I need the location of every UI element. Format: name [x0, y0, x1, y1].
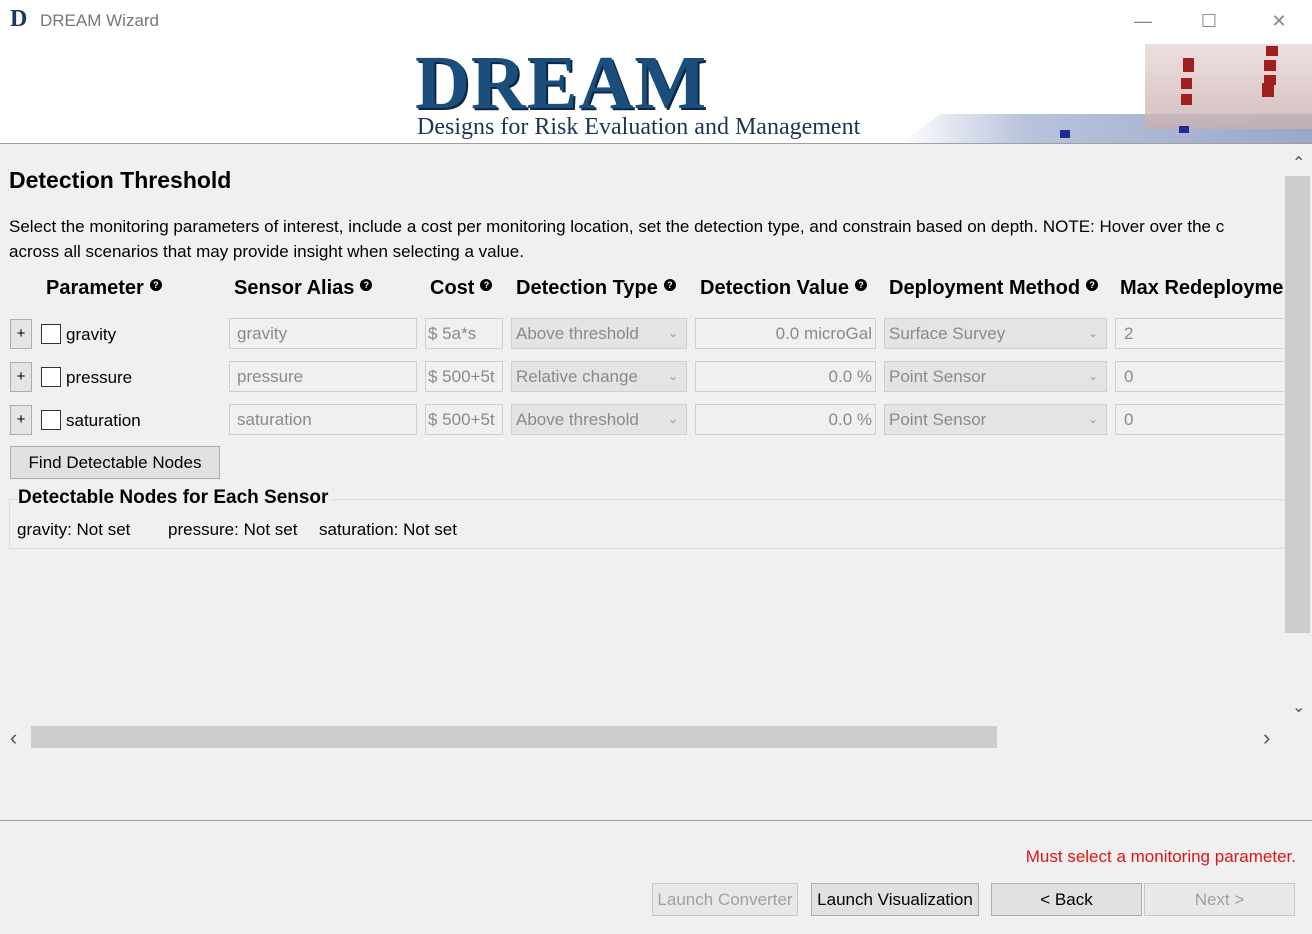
- column-label-detection-type: Detection Type: [516, 277, 658, 299]
- maximize-icon[interactable]: ☐: [1186, 0, 1232, 42]
- detection-threshold-panel: Detection Threshold Select the monitorin…: [0, 145, 1284, 725]
- help-icon[interactable]: ?: [360, 279, 373, 291]
- column-label-max-redeployment: Max Redeployme: [1120, 277, 1284, 299]
- detection-type-value: Above threshold: [516, 324, 639, 343]
- cost-input[interactable]: $ 500+5t: [425, 404, 503, 435]
- expand-row-button[interactable]: +: [10, 319, 32, 349]
- help-icon[interactable]: ?: [854, 279, 867, 291]
- column-label-cost: Cost: [430, 277, 475, 299]
- column-header-sensor-alias: Sensor Alias?: [234, 277, 373, 300]
- footer-divider: [0, 820, 1312, 821]
- cost-input[interactable]: $ 500+5t: [425, 361, 503, 392]
- close-icon[interactable]: ✕: [1256, 0, 1302, 42]
- deployment-method-select[interactable]: Surface Survey ⌄: [884, 318, 1107, 349]
- column-header-parameter: Parameter?: [46, 277, 162, 300]
- detection-type-select[interactable]: Relative change ⌄: [511, 361, 687, 392]
- column-header-detection-value: Detection Value?: [700, 277, 867, 300]
- column-label-sensor-alias: Sensor Alias: [234, 277, 355, 299]
- description-line-2: across all scenarios that may provide in…: [9, 242, 524, 261]
- max-redeployment-input[interactable]: 0: [1115, 361, 1284, 392]
- chevron-down-icon: ⌄: [667, 369, 678, 383]
- detection-value-input[interactable]: 0.0 %: [695, 361, 876, 392]
- launch-visualization-button[interactable]: Launch Visualization: [811, 883, 979, 916]
- app-icon: D: [10, 6, 28, 32]
- column-label-deployment-method: Deployment Method: [889, 277, 1081, 299]
- banner-subtitle: Designs for Risk Evaluation and Manageme…: [417, 114, 861, 140]
- description-line-1: Select the monitoring parameters of inte…: [9, 217, 1225, 236]
- chevron-down-icon: ⌄: [667, 326, 678, 340]
- column-header-max-redeployment: Max Redeployme: [1120, 277, 1283, 300]
- column-label-detection-value: Detection Value: [700, 277, 849, 299]
- sensor-alias-input[interactable]: saturation: [229, 404, 417, 435]
- parameter-checkbox[interactable]: [41, 367, 61, 387]
- expand-row-button[interactable]: +: [10, 362, 32, 392]
- page-title: Detection Threshold: [9, 167, 232, 193]
- detectable-nodes-title: Detectable Nodes for Each Sensor: [18, 487, 333, 509]
- chevron-down-icon: ⌄: [1087, 326, 1098, 340]
- deployment-method-select[interactable]: Point Sensor ⌄: [884, 404, 1107, 435]
- launch-converter-button[interactable]: Launch Converter: [652, 883, 798, 916]
- column-header-detection-type: Detection Type?: [516, 277, 676, 300]
- expand-row-button[interactable]: +: [10, 405, 32, 435]
- chevron-down-icon: ⌄: [1087, 412, 1098, 426]
- detectable-nodes-gravity: gravity: Not set: [17, 520, 131, 539]
- detection-type-value: Above threshold: [516, 410, 639, 429]
- parameter-checkbox[interactable]: [41, 324, 61, 344]
- scroll-down-icon[interactable]: ⌄: [1292, 697, 1305, 717]
- help-icon[interactable]: ?: [1086, 279, 1099, 291]
- detection-type-select[interactable]: Above threshold ⌄: [511, 318, 687, 349]
- title-bar: D DREAM Wizard — ☐ ✕: [0, 0, 1312, 42]
- chevron-down-icon: ⌄: [1087, 369, 1098, 383]
- detection-type-select[interactable]: Above threshold ⌄: [511, 404, 687, 435]
- detection-type-value: Relative change: [516, 367, 638, 386]
- scroll-up-icon[interactable]: ⌃: [1292, 153, 1305, 173]
- deployment-method-value: Point Sensor: [889, 367, 987, 386]
- vertical-scroll-thumb[interactable]: [1285, 176, 1310, 633]
- parameter-name: saturation: [66, 411, 141, 430]
- parameter-name: pressure: [66, 368, 133, 387]
- error-message: Must select a monitoring parameter.: [1025, 847, 1296, 866]
- cost-input[interactable]: $ 5a*s: [425, 318, 503, 349]
- parameter-name: gravity: [66, 325, 117, 344]
- next-button[interactable]: Next >: [1144, 883, 1295, 916]
- banner-graphic: [901, 44, 1312, 143]
- chevron-down-icon: ⌄: [667, 412, 678, 426]
- column-header-deployment-method: Deployment Method?: [889, 277, 1099, 300]
- parameter-checkbox[interactable]: [41, 410, 61, 430]
- deployment-method-value: Surface Survey: [889, 324, 1006, 343]
- window-title: DREAM Wizard: [40, 11, 160, 30]
- detection-value-input[interactable]: 0.0 microGal: [695, 318, 876, 349]
- max-redeployment-input[interactable]: 2: [1115, 318, 1284, 349]
- sensor-alias-input[interactable]: pressure: [229, 361, 417, 392]
- banner: DREAM Designs for Risk Evaluation and Ma…: [0, 42, 1312, 144]
- column-label-parameter: Parameter: [46, 277, 144, 299]
- detection-value-input[interactable]: 0.0 %: [695, 404, 876, 435]
- deployment-method-select[interactable]: Point Sensor ⌄: [884, 361, 1107, 392]
- max-redeployment-input[interactable]: 0: [1115, 404, 1284, 435]
- page-description: Select the monitoring parameters of inte…: [9, 214, 1284, 264]
- vertical-scrollbar[interactable]: ⌃ ⌄: [1284, 145, 1312, 725]
- help-icon[interactable]: ?: [480, 279, 493, 291]
- scroll-left-icon[interactable]: ‹: [10, 725, 17, 751]
- column-header-cost: Cost?: [430, 277, 493, 300]
- back-button[interactable]: < Back: [991, 883, 1142, 916]
- scroll-right-icon[interactable]: ›: [1263, 725, 1270, 751]
- find-detectable-nodes-button[interactable]: Find Detectable Nodes: [10, 446, 220, 479]
- horizontal-scrollbar[interactable]: ‹ ›: [0, 725, 1284, 750]
- help-icon[interactable]: ?: [149, 279, 162, 291]
- detectable-nodes-saturation: saturation: Not set: [319, 520, 457, 539]
- sensor-alias-input[interactable]: gravity: [229, 318, 417, 349]
- minimize-icon[interactable]: —: [1120, 0, 1166, 42]
- horizontal-scroll-thumb[interactable]: [31, 726, 997, 748]
- help-icon[interactable]: ?: [663, 279, 676, 291]
- detectable-nodes-pressure: pressure: Not set: [168, 520, 298, 539]
- deployment-method-value: Point Sensor: [889, 410, 987, 429]
